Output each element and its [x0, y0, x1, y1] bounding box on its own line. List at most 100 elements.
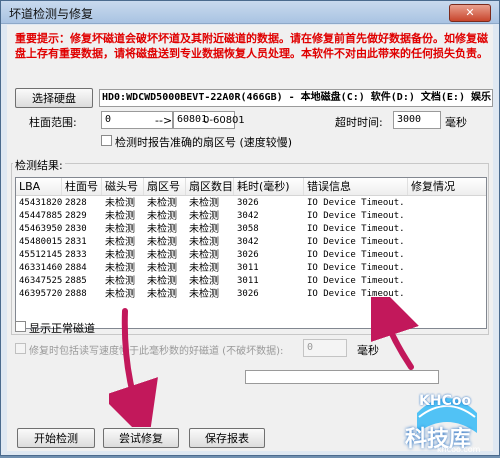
cell-lba: 46395720 — [19, 289, 63, 299]
show-normal-label: 显示正常磁道 — [29, 322, 95, 335]
bad-sector-window: 坏道检测与修复 ✕ 重要提示：修复坏磁道会破坏坏道及其附近磁道的数据。请在修复前… — [0, 0, 500, 456]
cell-cylinder: 2830 — [65, 224, 87, 234]
results-label: 检测结果: — [13, 157, 65, 173]
close-button[interactable]: ✕ — [449, 4, 491, 22]
cell-repair — [408, 262, 411, 275]
col-lba[interactable]: LBA — [16, 178, 62, 195]
cell-cylinder: 2885 — [65, 276, 87, 286]
titlebar: 坏道检测与修复 ✕ — [1, 1, 499, 24]
col-repair[interactable]: 修复情况 — [408, 178, 486, 195]
annotation-arrow-right — [371, 297, 419, 370]
accurate-sector-label: 检测时报告准确的扇区号 (速度较慢) — [115, 136, 293, 149]
cell-repair — [408, 223, 411, 236]
cell-sector-count: 未检测 — [189, 211, 219, 222]
cell-lba: 45463950 — [19, 224, 63, 234]
save-report-button[interactable]: 保存报表 — [189, 428, 265, 448]
cell-sector: 未检测 — [147, 198, 177, 209]
cell-lba: 46347525 — [19, 276, 63, 286]
cell-lba: 45480015 — [19, 237, 63, 247]
cylinder-range-label: 柱面范围: — [29, 116, 77, 129]
timeout-label: 超时时间: — [335, 116, 383, 129]
cell-time: 3011 — [237, 276, 259, 286]
table-row[interactable]: 46331460 2884 未检测 未检测 未检测 3011 IO Device Timeo… — [16, 262, 486, 275]
cell-repair — [408, 197, 411, 210]
selected-disk-field[interactable]: HD0:WDCWD5000BEVT-22A0R(466GB) - 本地磁盘(C:… — [99, 89, 493, 107]
cell-head: 未检测 — [105, 289, 135, 300]
cell-sector-count: 未检测 — [189, 289, 219, 300]
window-title: 坏道检测与修复 — [9, 7, 94, 21]
cell-sector-count: 未检测 — [189, 276, 219, 287]
cell-head: 未检测 — [105, 263, 135, 274]
try-repair-button[interactable]: 尝试修复 — [103, 428, 179, 448]
col-sector-count[interactable]: 扇区数目 — [186, 178, 234, 195]
range-arrow: --> — [155, 114, 173, 127]
repair-slow-checkbox[interactable] — [15, 343, 26, 354]
table-row[interactable]: 46347525 2885 未检测 未检测 未检测 3011 IO Device Timeo… — [16, 275, 486, 288]
cell-error: IO Device Timeout. — [307, 276, 405, 286]
cell-sector-count: 未检测 — [189, 250, 219, 261]
cell-sector: 未检测 — [147, 224, 177, 235]
col-error[interactable]: 错误信息 — [304, 178, 408, 195]
table-row[interactable]: 45447885 2829 未检测 未检测 未检测 3042 IO Device Timeo… — [16, 210, 486, 223]
col-sector[interactable]: 扇区号 — [144, 178, 186, 195]
cell-cylinder: 2833 — [65, 250, 87, 260]
cell-head: 未检测 — [105, 198, 135, 209]
cell-sector: 未检测 — [147, 237, 177, 248]
warning-text: 重要提示：修复坏磁道会破坏坏道及其附近磁道的数据。请在修复前首先做好数据备份。如… — [15, 32, 488, 60]
cell-error: IO Device Timeout. — [307, 211, 405, 221]
khcoo-watermark: KHCoo 科技库 khcoo.com — [397, 373, 497, 455]
cell-sector-count: 未检测 — [189, 224, 219, 235]
cell-cylinder: 2831 — [65, 237, 87, 247]
cell-time: 3058 — [237, 224, 259, 234]
cell-sector: 未检测 — [147, 276, 177, 287]
select-disk-button[interactable]: 选择硬盘 — [15, 88, 93, 108]
cell-time: 3026 — [237, 250, 259, 260]
cell-sector: 未检测 — [147, 211, 177, 222]
cell-sector: 未检测 — [147, 250, 177, 261]
cell-repair — [408, 236, 411, 249]
cell-error: IO Device Timeout. — [307, 224, 405, 234]
repair-slow-input[interactable]: 0 — [303, 339, 347, 357]
cell-error: IO Device Timeout. — [307, 237, 405, 247]
cell-time: 3042 — [237, 211, 259, 221]
annotation-arrow-left — [109, 308, 158, 427]
cell-head: 未检测 — [105, 211, 135, 222]
watermark-brand: KHCoo — [419, 393, 472, 409]
cell-repair — [408, 249, 411, 262]
cell-lba: 45447885 — [19, 211, 63, 221]
cell-sector: 未检测 — [147, 263, 177, 274]
cell-head: 未检测 — [105, 250, 135, 261]
col-time[interactable]: 耗时(毫秒) — [234, 178, 304, 195]
cell-sector: 未检测 — [147, 289, 177, 300]
table-row[interactable]: 45463950 2830 未检测 未检测 未检测 3058 IO Device Timeo… — [16, 223, 486, 236]
col-head[interactable]: 磁头号 — [102, 178, 144, 195]
cell-time: 3026 — [237, 289, 259, 299]
cell-error: IO Device Timeout. — [307, 198, 405, 208]
cell-time: 3042 — [237, 237, 259, 247]
table-row[interactable]: 45512145 2833 未检测 未检测 未检测 3026 IO Device Timeo… — [16, 249, 486, 262]
cylinder-range-hint: 0-60801 — [203, 115, 245, 126]
cell-sector-count: 未检测 — [189, 198, 219, 209]
show-normal-checkbox[interactable] — [15, 321, 26, 332]
cell-cylinder: 2828 — [65, 198, 87, 208]
accurate-sector-checkbox[interactable] — [101, 135, 112, 146]
cell-lba: 45512145 — [19, 250, 63, 260]
table-row[interactable]: 45431820 2828 未检测 未检测 未检测 3026 IO Device Timeo… — [16, 197, 486, 210]
cell-time: 3011 — [237, 263, 259, 273]
cell-head: 未检测 — [105, 276, 135, 287]
results-table-header: LBA 柱面号 磁头号 扇区号 扇区数目 耗时(毫秒) 错误信息 修复情况 — [16, 178, 486, 196]
cell-head: 未检测 — [105, 224, 135, 235]
table-row[interactable]: 45480015 2831 未检测 未检测 未检测 3042 IO Device Timeo… — [16, 236, 486, 249]
col-cylinder[interactable]: 柱面号 — [62, 178, 102, 195]
timeout-unit: 毫秒 — [445, 116, 467, 129]
cell-sector-count: 未检测 — [189, 263, 219, 274]
cell-lba: 45431820 — [19, 198, 63, 208]
watermark-url: khcoo.com — [437, 445, 481, 454]
cell-lba: 46331460 — [19, 263, 63, 273]
cell-error: IO Device Timeout. — [307, 263, 405, 273]
start-scan-button[interactable]: 开始检测 — [17, 428, 95, 448]
cell-head: 未检测 — [105, 237, 135, 248]
timeout-input[interactable]: 3000 — [393, 111, 441, 129]
cell-time: 3026 — [237, 198, 259, 208]
cell-repair — [408, 210, 411, 223]
